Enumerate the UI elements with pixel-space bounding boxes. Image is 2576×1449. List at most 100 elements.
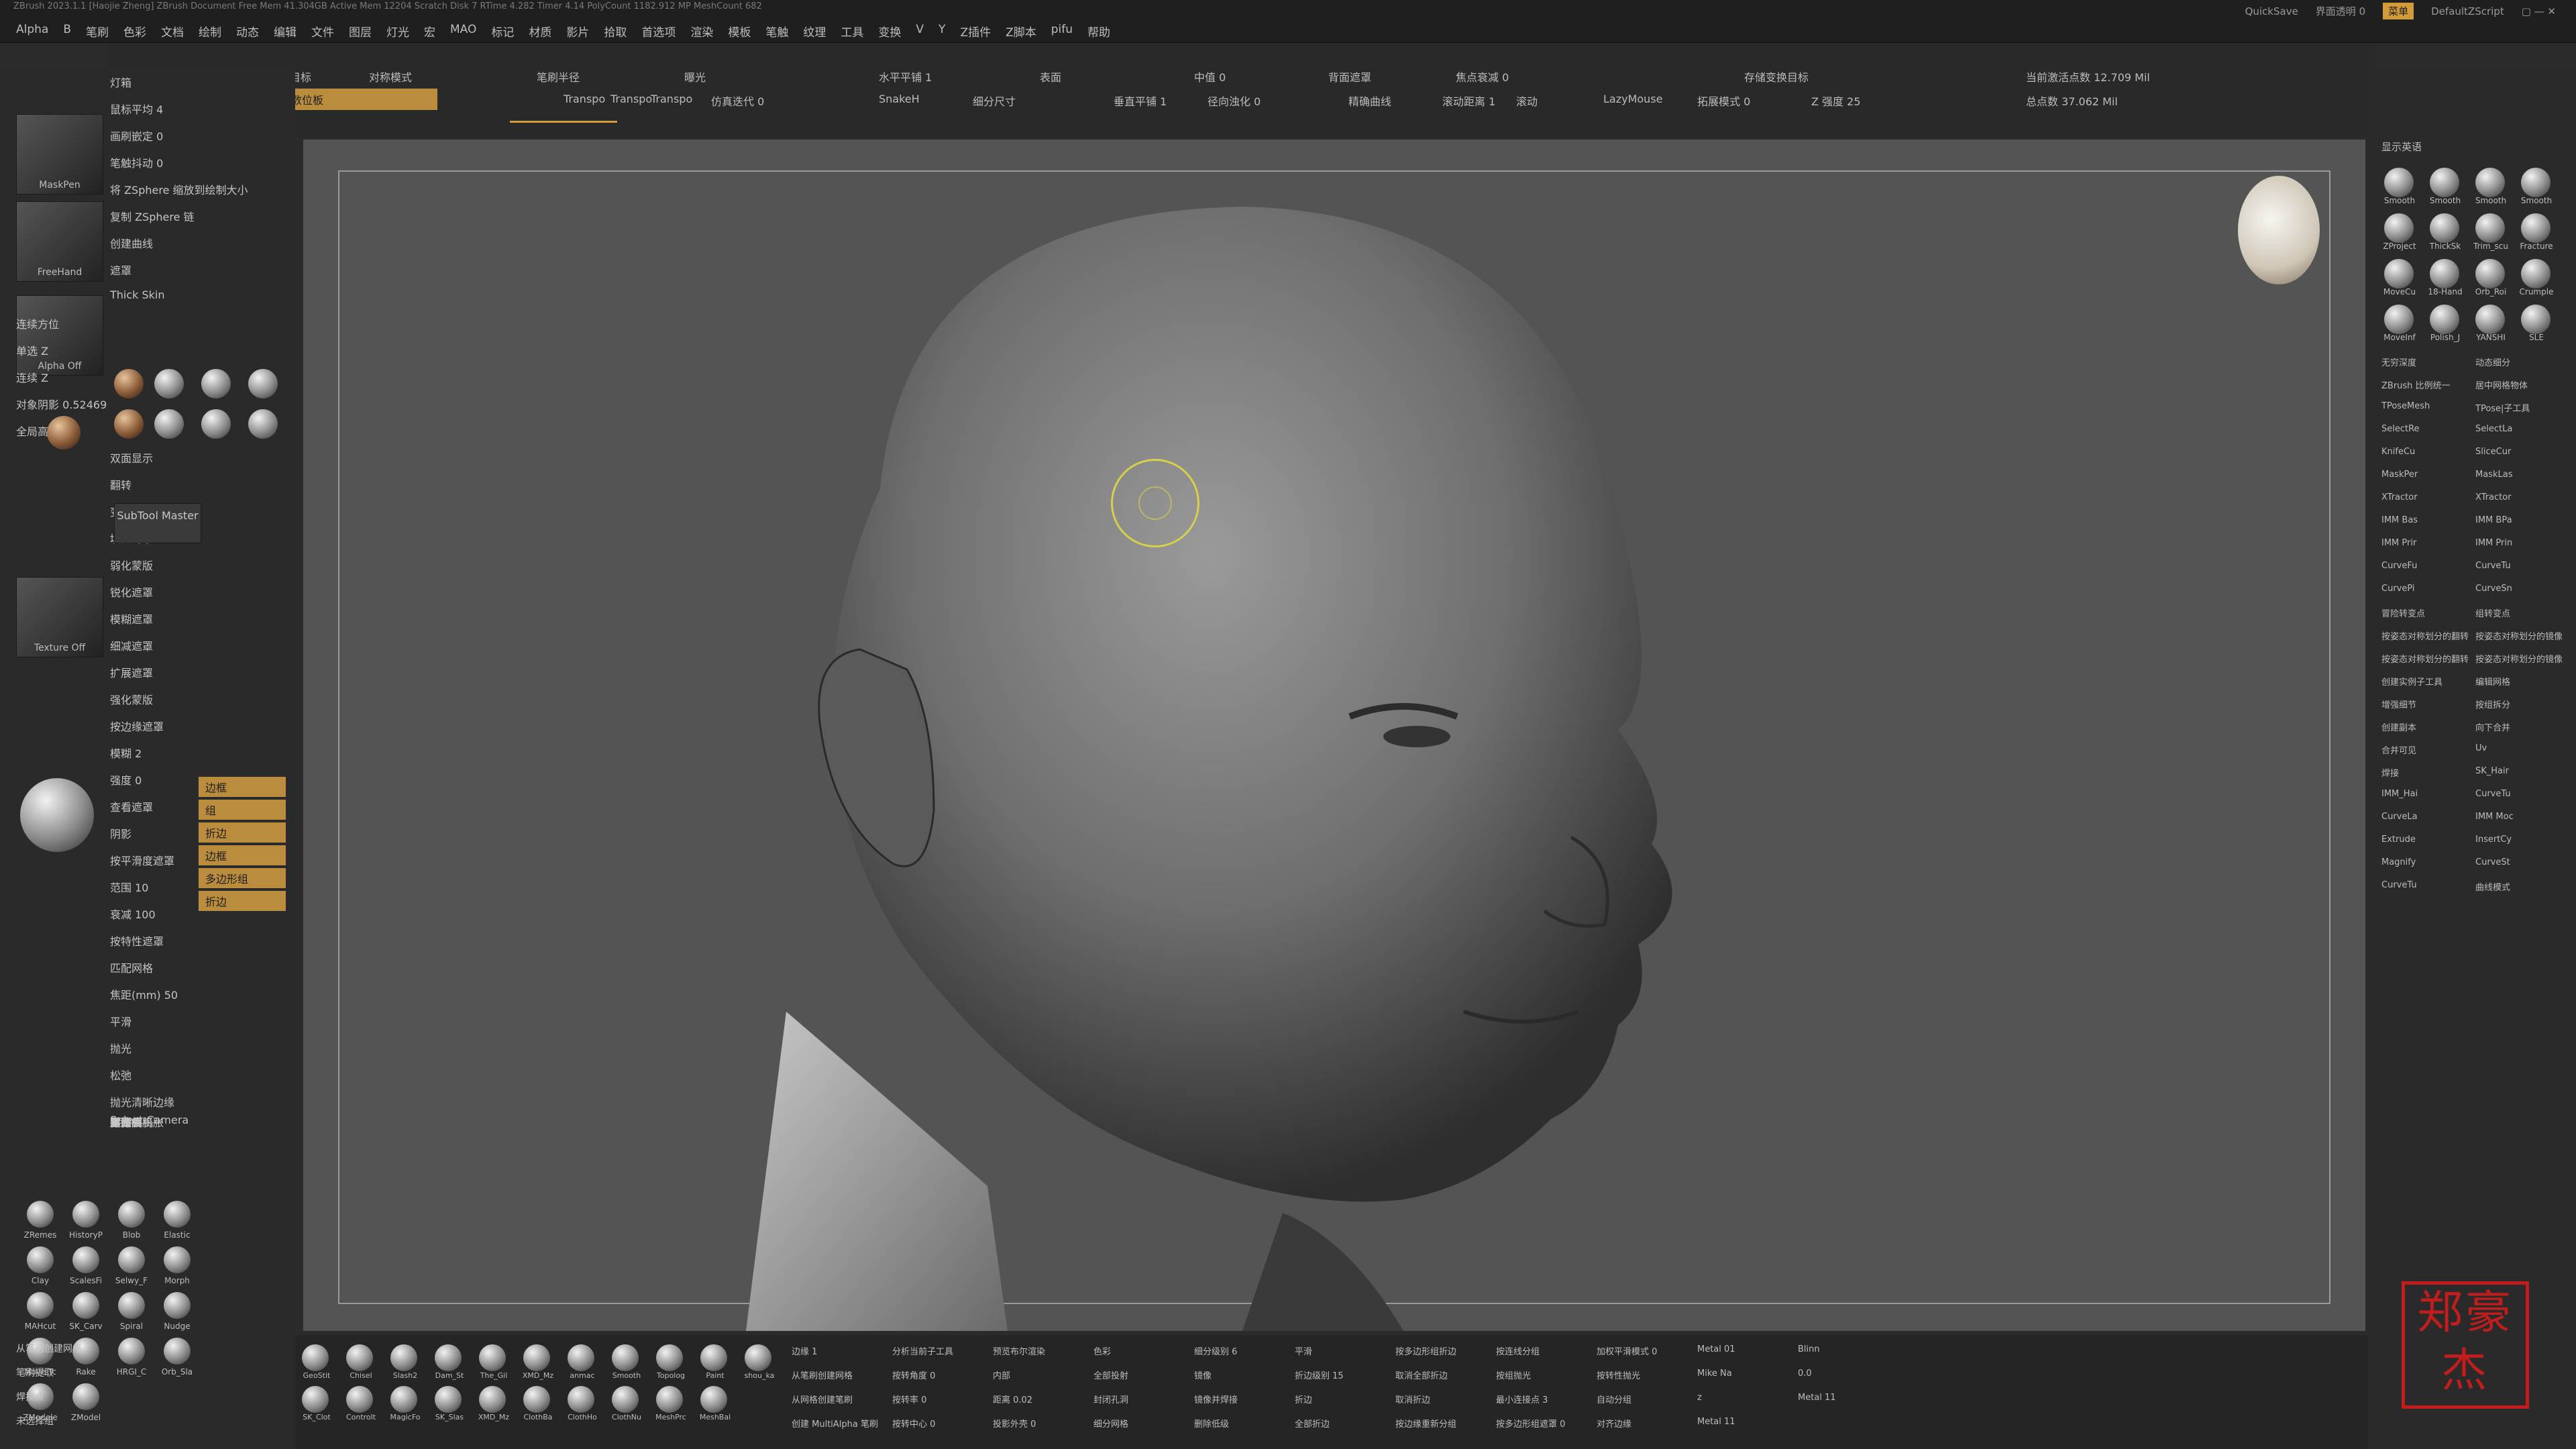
bottom-control[interactable]: 对齐边缘: [1597, 1417, 1631, 1430]
bottom-control[interactable]: 删除低级: [1194, 1417, 1229, 1430]
right-label[interactable]: XTractor: [2475, 492, 2512, 502]
right-label[interactable]: 组转变点: [2475, 606, 2510, 619]
right-label[interactable]: CurveLa: [2381, 812, 2418, 822]
right-label[interactable]: CurveSt: [2475, 857, 2510, 867]
top-control[interactable]: 拓展模式 0: [1697, 93, 1750, 109]
tool-name[interactable]: SK_Carv: [62, 1322, 110, 1331]
brush-sphere[interactable]: [346, 1344, 373, 1371]
brush-sphere[interactable]: [302, 1344, 329, 1371]
brush-name[interactable]: shou_ka: [738, 1371, 781, 1380]
bottom-control[interactable]: 0.0: [1798, 1368, 1812, 1379]
brush-sphere[interactable]: [612, 1386, 639, 1413]
right-label[interactable]: 按姿态对称划分的镜像: [2475, 652, 2563, 665]
brush-name[interactable]: Smooth: [605, 1371, 648, 1380]
bottom-control[interactable]: 镜像: [1194, 1368, 1212, 1381]
bottom-control[interactable]: 创建 MultiAlpha 笔刷: [792, 1417, 878, 1430]
brush-name[interactable]: Orb_Roi: [2467, 287, 2514, 297]
bottom-control[interactable]: 取消全部折边: [1395, 1368, 1448, 1381]
bottom-control[interactable]: 按多边形组折边: [1395, 1344, 1456, 1357]
top-control[interactable]: 细分尺寸: [973, 93, 1016, 109]
tool-name[interactable]: Elastic: [153, 1230, 201, 1240]
brush-sphere[interactable]: [2475, 305, 2505, 334]
brush-sphere[interactable]: [656, 1344, 683, 1371]
right-label[interactable]: CurveFu: [2381, 561, 2417, 571]
tool-name[interactable]: Blob: [107, 1230, 156, 1240]
bottom-control[interactable]: Metal 11: [1798, 1393, 1836, 1403]
left-label[interactable]: 抛光清晰边缘: [110, 1093, 174, 1110]
right-label[interactable]: IMM BPa: [2475, 515, 2512, 525]
bottom-control[interactable]: 按连线分组: [1496, 1344, 1540, 1357]
mask-option[interactable]: 边框: [199, 777, 286, 797]
tool-name[interactable]: ZModel: [62, 1413, 110, 1422]
material-sphere[interactable]: [201, 369, 231, 398]
menu-item[interactable]: 纹理: [803, 23, 826, 40]
top-control[interactable]: 表面: [1040, 68, 1061, 85]
left-label[interactable]: 翻转: [110, 476, 131, 492]
material-sphere[interactable]: [248, 369, 278, 398]
brush-name[interactable]: Controlt: [339, 1413, 382, 1421]
menu-item[interactable]: 材质: [529, 23, 551, 40]
bottom-control[interactable]: 投影外壳 0: [993, 1417, 1036, 1430]
progress-strip[interactable]: [510, 121, 617, 123]
material-sphere[interactable]: [114, 409, 144, 439]
tool-sphere[interactable]: [72, 1246, 99, 1273]
tool-name[interactable]: Morph: [153, 1276, 201, 1285]
brush-sphere[interactable]: [700, 1344, 727, 1371]
right-label[interactable]: SK_Hair: [2475, 766, 2509, 776]
menu-item[interactable]: 渲染: [690, 23, 713, 40]
right-label[interactable]: IMM Prin: [2475, 538, 2512, 548]
left-label[interactable]: 笔触抖动 0: [110, 154, 163, 170]
tool-sphere[interactable]: [118, 1246, 145, 1273]
brush-name[interactable]: Crumple: [2513, 287, 2560, 297]
bottom-control[interactable]: 平滑: [1295, 1344, 1312, 1357]
brush-name[interactable]: Smooth: [2376, 196, 2423, 205]
bottom-control[interactable]: 内部: [993, 1368, 1010, 1381]
brush-sphere[interactable]: [745, 1344, 771, 1371]
menu-item[interactable]: 文档: [161, 23, 184, 40]
top-control[interactable]: 径向浊化 0: [1208, 93, 1260, 109]
right-label[interactable]: CurveSn: [2475, 584, 2512, 594]
top-control[interactable]: 对称模式: [369, 68, 412, 85]
right-label[interactable]: 焊接: [2381, 766, 2399, 779]
bottom-control[interactable]: 细分网格: [1093, 1417, 1128, 1430]
top-control[interactable]: 滚动距离 1: [1442, 93, 1495, 109]
menu-item[interactable]: 笔触: [765, 23, 788, 40]
tool-name[interactable]: Spiral: [107, 1322, 156, 1331]
right-label[interactable]: IMM_Hai: [2381, 789, 2418, 799]
tool-name[interactable]: Clay: [16, 1276, 64, 1285]
bottom-control[interactable]: 按转性抛光: [1597, 1368, 1640, 1381]
brush-sphere[interactable]: [2384, 168, 2414, 197]
brush-sphere[interactable]: [2521, 168, 2551, 197]
left-label[interactable]: 按平滑度遮罩: [110, 852, 174, 868]
right-label[interactable]: 按姿态对称划分的镜像: [2475, 629, 2563, 642]
left-label[interactable]: 查看遮罩: [110, 798, 153, 814]
bottom-control[interactable]: 从笔刷创建网格: [792, 1368, 853, 1381]
left-label[interactable]: 模糊遮罩: [110, 610, 153, 627]
brush-sphere[interactable]: [2475, 259, 2505, 288]
left-label[interactable]: 锐化遮罩: [110, 584, 153, 600]
brush-sphere[interactable]: [568, 1344, 594, 1371]
bottom-control[interactable]: 折边级别 15: [1295, 1368, 1344, 1381]
brush-sphere[interactable]: [523, 1344, 550, 1371]
brush-name[interactable]: ThickSk: [2422, 241, 2469, 251]
menu-item[interactable]: 模板: [728, 23, 751, 40]
brush-sphere[interactable]: [612, 1344, 639, 1371]
brush-name[interactable]: Trim_scu: [2467, 241, 2514, 251]
menu-item[interactable]: Y: [938, 23, 945, 40]
left-label[interactable]: 松弛: [110, 1067, 131, 1083]
left-label[interactable]: 遮罩: [110, 262, 131, 278]
menu-item[interactable]: Z插件: [960, 23, 991, 40]
left-label[interactable]: 弱化蒙版: [110, 557, 153, 573]
right-label[interactable]: SelectLa: [2475, 424, 2512, 434]
menu-item[interactable]: 笔刷: [86, 23, 109, 40]
viewport[interactable]: [303, 140, 2365, 1331]
left-label[interactable]: 画刷嵌定 0: [110, 127, 163, 144]
menu-item[interactable]: 影片: [566, 23, 589, 40]
left-label[interactable]: 阴影: [110, 825, 131, 841]
brush-name[interactable]: SK_Clot: [295, 1413, 338, 1421]
tool-name[interactable]: ScalesFi: [62, 1276, 110, 1285]
top-control[interactable]: Transpo: [564, 93, 605, 105]
bottom-control[interactable]: 预览布尔渲染: [993, 1344, 1045, 1357]
right-label[interactable]: CurveTu: [2475, 561, 2511, 571]
material-sphere[interactable]: [201, 409, 231, 439]
